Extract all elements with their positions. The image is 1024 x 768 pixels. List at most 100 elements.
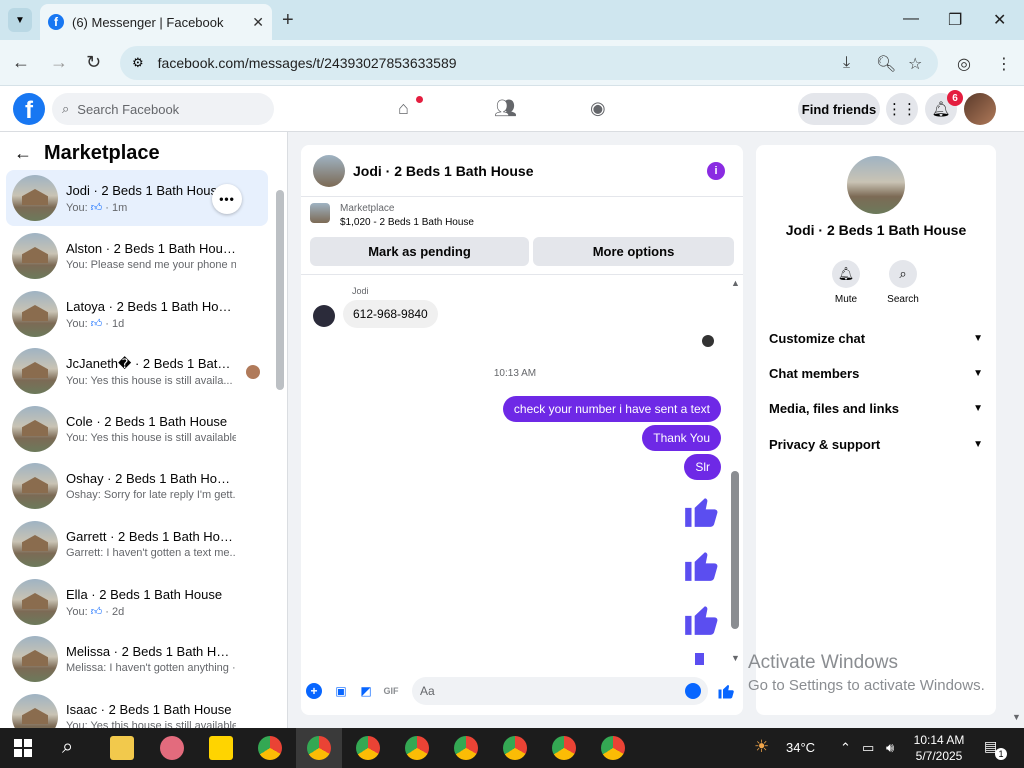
conversation-item[interactable]: JcJaneth� · 2 Beds 1 Bath Ho... You: Yes …	[6, 343, 268, 399]
menu-grid-icon[interactable]: ⋮⋮	[886, 93, 918, 125]
search-conversation-button[interactable]: ⌕ Search	[873, 260, 933, 305]
media-files-links-section[interactable]: Media, files and links ▼	[769, 401, 983, 416]
conversation-snippet: You: 👍︎ · 2d	[66, 605, 236, 618]
chat-scrollbar[interactable]	[731, 471, 739, 629]
profile-icon[interactable]: ◎	[957, 54, 971, 74]
outgoing-message[interactable]: Thank You	[642, 425, 721, 451]
site-settings-icon[interactable]: ⚙	[132, 55, 144, 71]
thumbs-up-icon[interactable]	[682, 545, 720, 585]
system-clock[interactable]: 10:14 AM 5/7/2025	[908, 732, 970, 764]
incoming-message[interactable]: 612-968-9840	[343, 300, 438, 328]
minimize-icon[interactable]: —	[903, 10, 919, 28]
add-icon[interactable]: +	[306, 683, 322, 699]
photo-icon[interactable]: ▣	[333, 683, 349, 699]
find-friends-button[interactable]: Find friends	[798, 93, 880, 125]
page-scroll-down-icon[interactable]: ▼	[1012, 712, 1021, 722]
volume-icon[interactable]: 🔊︎	[886, 740, 894, 756]
groups-icon[interactable]: ◉	[590, 98, 606, 119]
sticker-icon[interactable]: ◩	[358, 683, 374, 699]
back-arrow-icon[interactable]: ←	[14, 143, 32, 164]
zoom-icon[interactable]: 🔍︎	[876, 54, 896, 74]
taskbar-search-icon[interactable]: ⌕	[62, 736, 73, 759]
send-like-icon[interactable]	[717, 682, 735, 700]
thumbs-up-icon[interactable]	[682, 491, 720, 531]
emoji-icon[interactable]	[685, 683, 701, 699]
more-options-icon[interactable]: •••	[212, 184, 242, 214]
mark-as-pending-button[interactable]: Mark as pending	[310, 237, 529, 266]
conversation-name: Ella · 2 Beds 1 Bath House	[66, 586, 223, 602]
home-icon[interactable]: ⌂	[398, 98, 409, 119]
browser-tab-messenger[interactable]: f (6) Messenger | Facebook ✕	[40, 4, 272, 40]
conversation-item[interactable]: Oshay · 2 Beds 1 Bath House Oshay: Sorry …	[6, 458, 268, 514]
forward-arrow-icon[interactable]: →	[50, 52, 68, 73]
chrome-icon[interactable]	[356, 736, 380, 760]
windows-start-icon[interactable]	[14, 739, 32, 757]
section-label: Media, files and links	[769, 401, 900, 416]
chat-avatar[interactable]	[313, 154, 345, 187]
chrome-icon[interactable]	[552, 736, 576, 760]
weather-icon[interactable]: ☀	[754, 737, 769, 757]
network-icon[interactable]: ▭	[862, 740, 874, 756]
app-icon[interactable]	[160, 736, 184, 760]
reload-icon[interactable]: ↻	[86, 52, 101, 73]
customize-chat-section[interactable]: Customize chat ▼	[769, 331, 983, 346]
back-arrow-icon[interactable]: ←	[12, 52, 30, 73]
conversation-item[interactable]: Isaac · 2 Beds 1 Bath House You: Yes this…	[6, 689, 268, 728]
chrome-icon[interactable]	[307, 736, 331, 760]
facebook-logo-icon[interactable]: f	[13, 93, 45, 125]
marketplace-listing[interactable]: Marketplace $1,020 - 2 Beds 1 Bath House	[310, 203, 474, 228]
chevron-up-icon[interactable]: ⌃	[840, 740, 851, 756]
account-avatar[interactable]	[964, 93, 996, 125]
scroll-up-icon[interactable]: ▲	[731, 278, 740, 288]
gif-icon[interactable]: GIF	[383, 683, 399, 699]
new-tab-icon[interactable]: +	[282, 9, 294, 32]
outgoing-message[interactable]: check your number i have sent a text	[502, 396, 721, 422]
browser-menu-icon[interactable]: ⋮	[996, 54, 1012, 74]
search-label: Search	[887, 294, 919, 305]
weather-temperature[interactable]: 34°C	[786, 740, 815, 755]
chat-title[interactable]: Jodi · 2 Beds 1 Bath House	[353, 163, 533, 179]
chrome-icon[interactable]	[405, 736, 429, 760]
conversation-item[interactable]: Cole · 2 Beds 1 Bath House You: Yes this …	[6, 401, 268, 457]
thumbs-up-icon[interactable]	[682, 599, 720, 639]
sticky-notes-icon[interactable]	[209, 736, 233, 760]
conversation-item[interactable]: Ella · 2 Beds 1 Bath House You: 👍︎ · 2d	[6, 574, 268, 630]
url-field[interactable]: ⚙ facebook.com/messages/t/24393027853633…	[120, 46, 938, 80]
windows-taskbar: ⌕ ☀ 34°C ⌃ ▭ 🔊︎ 10:14 AM 5/7/2025 ▤ 1	[0, 728, 1024, 768]
conversation-item[interactable]: Jodi · 2 Beds 1 Bath House You: 👍︎ · 1m ••…	[6, 170, 268, 226]
conversation-name: Melissa · 2 Beds 1 Bath House	[66, 644, 236, 659]
file-explorer-icon[interactable]	[110, 736, 134, 760]
maximize-icon[interactable]: ❐	[948, 10, 962, 30]
snippet-text: You: Yes this house is still available .…	[66, 720, 236, 728]
friends-icon[interactable]: 👥︎	[494, 98, 517, 119]
listing-thumbnail	[12, 579, 58, 625]
conversation-item[interactable]: Garrett · 2 Beds 1 Bath House Garrett: I …	[6, 516, 268, 572]
close-window-icon[interactable]: ✕	[993, 10, 1006, 30]
close-tab-icon[interactable]: ✕	[252, 14, 264, 31]
conversation-item[interactable]: Latoya · 2 Beds 1 Bath House You: 👍︎ · 1d	[6, 286, 268, 342]
more-options-button[interactable]: More options	[533, 237, 734, 266]
conversation-item[interactable]: Alston · 2 Beds 1 Bath House You: Please …	[6, 228, 268, 284]
conversation-item[interactable]: Melissa · 2 Beds 1 Bath House Melissa: I …	[6, 631, 268, 687]
tab-search-button[interactable]: ▼	[8, 8, 32, 32]
bell-icon: 🔔︎	[832, 260, 860, 288]
info-icon[interactable]: i	[707, 162, 725, 180]
sidebar-scrollbar[interactable]	[276, 190, 284, 390]
facebook-favicon-icon: f	[48, 14, 64, 30]
section-label: Chat members	[769, 366, 860, 381]
scroll-down-icon[interactable]: ▼	[731, 653, 740, 663]
conversation-text: Oshay · 2 Beds 1 Bath House Oshay: Sorry …	[66, 471, 236, 501]
chrome-icon[interactable]	[454, 736, 478, 760]
privacy-support-section[interactable]: Privacy & support ▼	[769, 437, 983, 452]
outgoing-message[interactable]: Slr	[684, 454, 721, 480]
install-app-icon[interactable]: ⤓	[843, 54, 850, 72]
facebook-search-input[interactable]: ⌕ Search Facebook	[52, 93, 274, 125]
chrome-icon[interactable]	[601, 736, 625, 760]
bookmark-star-icon[interactable]: ☆	[908, 54, 922, 74]
mute-button[interactable]: 🔔︎ Mute	[816, 260, 876, 305]
chrome-icon[interactable]	[503, 736, 527, 760]
chrome-icon[interactable]	[258, 736, 282, 760]
chat-members-section[interactable]: Chat members ▼	[769, 366, 983, 381]
message-input[interactable]	[412, 677, 708, 705]
thumbs-up-icon[interactable]	[682, 653, 720, 665]
